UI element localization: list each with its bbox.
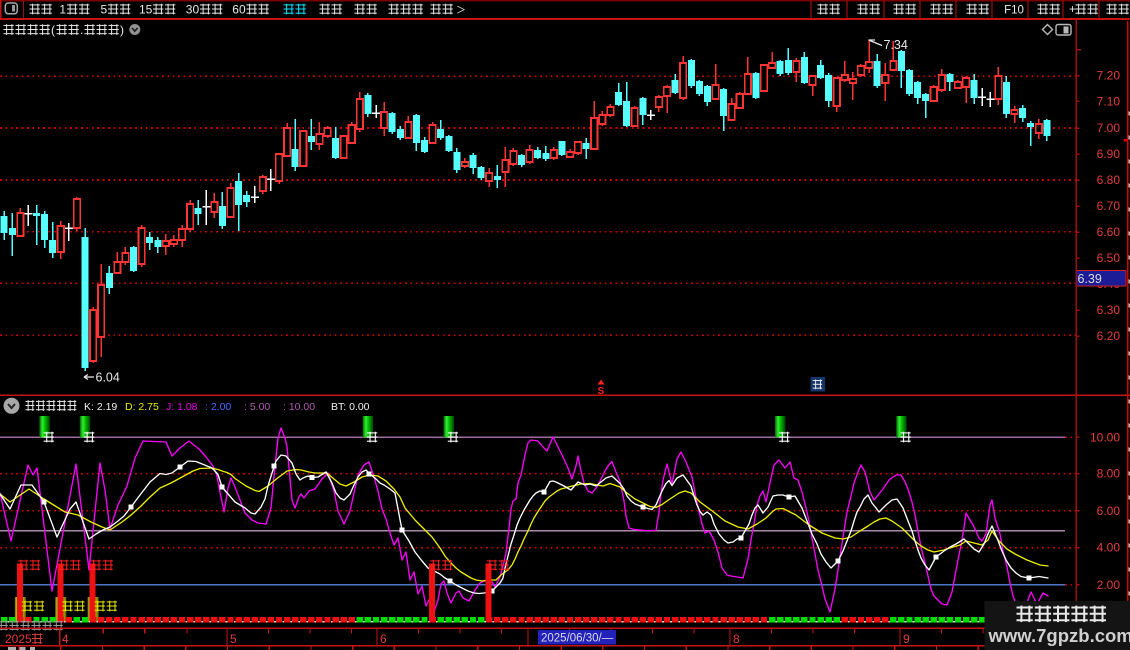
svg-text:7.34: 7.34: [884, 38, 908, 52]
svg-text:6.39: 6.39: [1078, 272, 1102, 286]
svg-text:2.00: 2.00: [1097, 578, 1121, 592]
svg-text:2025: 2025: [5, 632, 32, 646]
svg-text:: 2.00: : 2.00: [205, 401, 231, 413]
svg-text:.: .: [80, 23, 83, 37]
svg-text:10.00: 10.00: [1090, 430, 1120, 444]
svg-text:4: 4: [62, 632, 69, 646]
svg-text:6.20: 6.20: [1097, 329, 1121, 343]
svg-text:D: 2.75: D: 2.75: [125, 401, 159, 413]
svg-text:BT: 0.00: BT: 0.00: [331, 401, 370, 413]
svg-text:+: +: [1069, 2, 1076, 16]
svg-text:60: 60: [232, 3, 246, 17]
svg-text:): ): [120, 23, 124, 37]
svg-text:6.50: 6.50: [1097, 251, 1121, 265]
svg-text:15: 15: [139, 3, 153, 17]
svg-text:(: (: [51, 23, 55, 37]
svg-text:7.10: 7.10: [1097, 94, 1121, 108]
svg-text:8: 8: [733, 632, 740, 646]
svg-text:F10: F10: [1004, 5, 1024, 17]
svg-text:6.70: 6.70: [1097, 199, 1121, 213]
svg-text:www.7gpzb.com: www.7gpzb.com: [988, 625, 1130, 646]
svg-text:30: 30: [186, 3, 200, 17]
svg-text:8.00: 8.00: [1097, 467, 1121, 481]
svg-text:6.30: 6.30: [1097, 303, 1121, 317]
svg-text:K: 2.19: K: 2.19: [84, 401, 117, 413]
svg-text:: 5.00: : 5.00: [244, 401, 270, 413]
svg-text:6.60: 6.60: [1097, 225, 1121, 239]
svg-text:7.20: 7.20: [1097, 69, 1121, 83]
svg-text:＞: ＞: [456, 6, 466, 17]
svg-text:7.00: 7.00: [1097, 121, 1121, 135]
svg-text:: 10.00: : 10.00: [283, 401, 315, 413]
svg-text:4.00: 4.00: [1097, 541, 1121, 555]
svg-text:6.00: 6.00: [1097, 504, 1121, 518]
svg-text:2025/06/30/—: 2025/06/30/—: [541, 633, 614, 645]
svg-text:1: 1: [59, 3, 66, 17]
svg-text:6.04: 6.04: [96, 371, 120, 385]
svg-text:6.90: 6.90: [1097, 147, 1121, 161]
svg-text:5: 5: [230, 632, 237, 646]
svg-text:5: 5: [101, 3, 108, 17]
svg-text:6: 6: [380, 632, 387, 646]
svg-text:J: 1.08: J: 1.08: [166, 401, 198, 413]
svg-text:6.80: 6.80: [1097, 173, 1121, 187]
svg-text:9: 9: [903, 632, 910, 646]
